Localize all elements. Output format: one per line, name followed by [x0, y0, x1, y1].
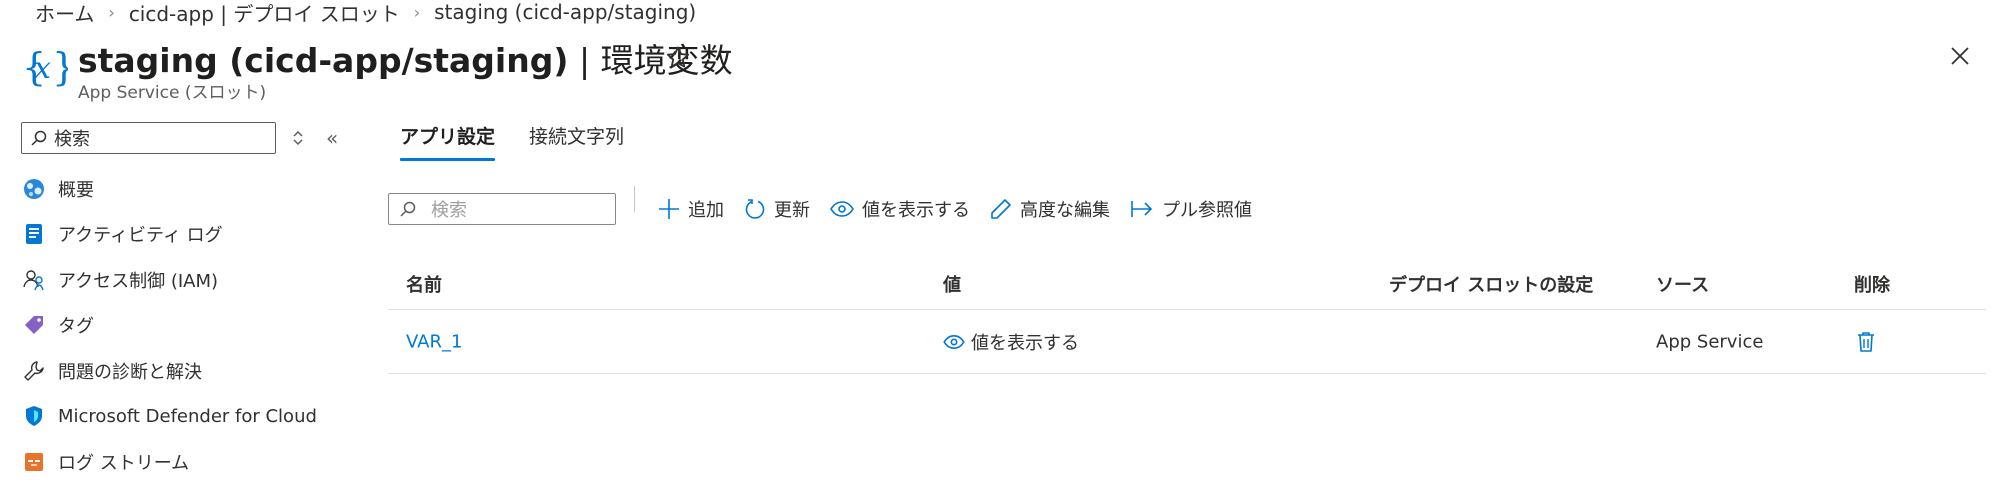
- column-header-slot-setting[interactable]: デプロイ スロットの設定: [1389, 271, 1593, 297]
- breadcrumb-deployment-slots[interactable]: cicd-app | デプロイ スロット: [129, 0, 400, 27]
- sidebar-item-tags[interactable]: タグ: [22, 303, 352, 349]
- close-icon[interactable]: [1948, 44, 1972, 68]
- breadcrumb-current[interactable]: staging (cicd-app/staging): [434, 0, 696, 24]
- sidebar-item-iam[interactable]: アクセス制御 (IAM): [22, 257, 352, 303]
- activity-log-icon: [22, 222, 46, 246]
- settings-search-input[interactable]: 検索: [388, 193, 616, 225]
- sidebar-item-label: 概要: [58, 179, 94, 201]
- refresh-icon: [745, 199, 765, 219]
- people-icon: [22, 268, 46, 292]
- tag-icon: [22, 313, 46, 337]
- page-title-separator: |: [568, 41, 601, 80]
- sidebar-item-label: Microsoft Defender for Cloud: [58, 405, 317, 427]
- sidebar-item-label: アクティビティ ログ: [58, 225, 223, 247]
- page-title: staging (cicd-app/staging) | 環境変数: [78, 34, 733, 82]
- tab-app-settings[interactable]: アプリ設定: [400, 122, 496, 161]
- settings-search-placeholder: 検索: [431, 200, 467, 221]
- eye-icon: [943, 334, 965, 349]
- table-row: VAR_1 値を表示する App Service: [388, 310, 1986, 374]
- app-settings-table: 名前 値 デプロイ スロットの設定 ソース 削除 VAR_1 値を表示する Ap…: [388, 258, 1986, 374]
- sidebar-item-label: アクセス制御 (IAM): [58, 270, 219, 292]
- eye-icon: [830, 201, 854, 217]
- show-value-label: 値を表示する: [971, 332, 1079, 354]
- page-title-resource: staging (cicd-app/staging): [78, 41, 569, 80]
- breadcrumb: ホーム › cicd-app | デプロイ スロット › staging (ci…: [35, 0, 696, 27]
- sidebar-item-label: 問題の診断と解決: [58, 361, 202, 383]
- search-icon: [400, 201, 416, 217]
- show-value-button[interactable]: 値を表示する: [943, 329, 1079, 355]
- shield-icon: [22, 404, 46, 428]
- tab-bar: アプリ設定 接続文字列: [400, 122, 658, 161]
- advanced-edit-button-label: 高度な編集: [1020, 200, 1110, 221]
- breadcrumb-home[interactable]: ホーム: [35, 0, 94, 27]
- page-subtitle: App Service (スロット): [78, 83, 267, 103]
- toolbar: 追加 更新 値を表示する 高度な編集 プル参照値: [658, 194, 1272, 224]
- sidebar-item-label: ログ ストリーム: [58, 452, 190, 474]
- column-header-source[interactable]: ソース: [1656, 271, 1709, 297]
- sidebar-item-diagnose[interactable]: 問題の診断と解決: [22, 348, 352, 394]
- sidebar-item-overview[interactable]: 概要: [22, 166, 352, 212]
- chevron-right-icon: ›: [413, 2, 421, 22]
- plus-icon: [659, 199, 679, 219]
- column-header-delete: 削除: [1854, 274, 1890, 296]
- sidebar-item-activity-log[interactable]: アクティビティ ログ: [22, 212, 352, 258]
- tab-connection-strings[interactable]: 接続文字列: [529, 122, 624, 161]
- more-options-icon[interactable]: ···: [708, 42, 732, 67]
- add-button-label: 追加: [688, 200, 724, 221]
- environment-variables-icon: { x }: [22, 45, 68, 89]
- column-header-value[interactable]: 値: [943, 271, 961, 297]
- sidebar-item-label: タグ: [58, 316, 94, 338]
- svg-text:}: }: [52, 45, 68, 89]
- sort-icon[interactable]: [289, 128, 307, 148]
- sidebar-nav: 概要 アクティビティ ログ アクセス制御 (IAM) タグ 問題の診断と解決 M…: [22, 166, 352, 485]
- sidebar-search-input[interactable]: 検索: [21, 122, 276, 154]
- pull-reference-values-button[interactable]: プル参照値: [1130, 196, 1252, 222]
- sidebar-search-placeholder: 検索: [54, 129, 90, 150]
- toolbar-divider: [634, 186, 635, 212]
- arrow-right-bar-icon: [1131, 201, 1153, 217]
- advanced-edit-button[interactable]: 高度な編集: [990, 196, 1110, 222]
- show-values-button[interactable]: 値を表示する: [830, 196, 970, 222]
- wrench-icon: [22, 359, 46, 383]
- sidebar-item-log-stream[interactable]: ログ ストリーム: [22, 439, 352, 485]
- search-icon: [31, 130, 47, 146]
- chevron-right-icon: ›: [108, 2, 115, 22]
- refresh-button[interactable]: 更新: [744, 196, 810, 222]
- globe-icon: [22, 177, 46, 201]
- refresh-button-label: 更新: [774, 200, 810, 221]
- favorite-star-icon[interactable]: [664, 44, 692, 72]
- setting-name-link[interactable]: VAR_1: [406, 331, 462, 352]
- pull-reference-values-button-label: プル参照値: [1162, 200, 1252, 221]
- pencil-icon: [991, 199, 1011, 219]
- column-header-name[interactable]: 名前: [406, 271, 442, 297]
- sidebar-item-defender[interactable]: Microsoft Defender for Cloud: [22, 394, 352, 440]
- add-button[interactable]: 追加: [658, 196, 724, 222]
- source-cell: App Service: [1656, 331, 1764, 352]
- collapse-sidebar-icon[interactable]: «: [326, 126, 338, 150]
- show-values-button-label: 値を表示する: [862, 200, 970, 221]
- table-header: 名前 値 デプロイ スロットの設定 ソース 削除: [388, 258, 1986, 310]
- svg-text:x: x: [34, 51, 51, 86]
- log-stream-icon: [22, 450, 46, 474]
- delete-icon[interactable]: [1854, 330, 1878, 354]
